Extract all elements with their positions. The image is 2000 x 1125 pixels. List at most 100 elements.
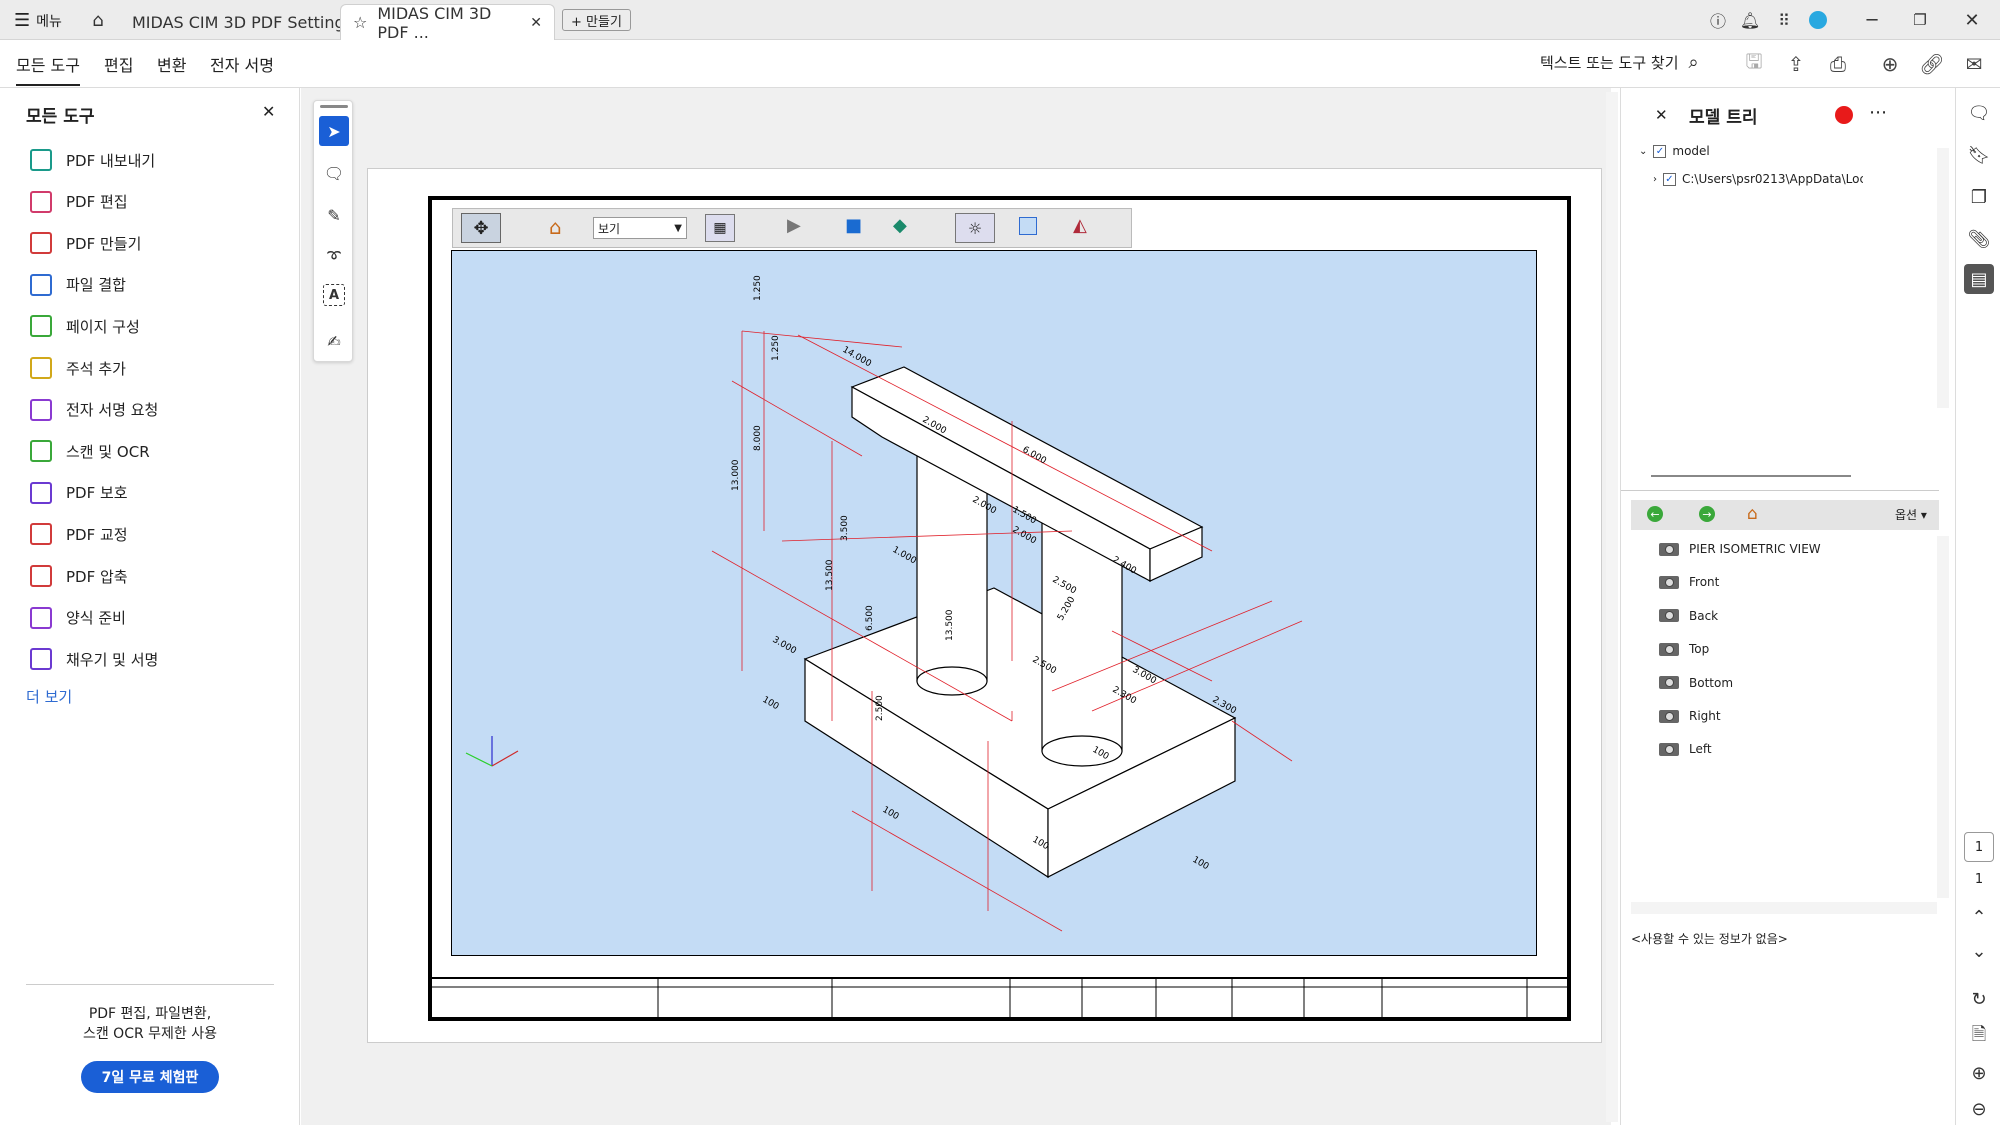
- tree-item-file[interactable]: › ✓ C:\Users\psr0213\AppData\Local\Temp\…: [1653, 172, 1863, 186]
- tool-item[interactable]: 주석 추가: [30, 352, 126, 384]
- views-scrollbar[interactable]: [1937, 536, 1949, 898]
- background-color-icon[interactable]: [1019, 217, 1037, 235]
- view-item[interactable]: Bottom: [1659, 670, 1733, 696]
- maximize-icon[interactable]: ❐: [1908, 8, 1932, 32]
- select-pointer-icon[interactable]: ➤: [319, 116, 349, 146]
- options-dropdown[interactable]: 옵션 ▾: [1895, 506, 1927, 523]
- tool-item[interactable]: PDF 교정: [30, 518, 128, 550]
- view-item[interactable]: PIER ISOMETRIC VIEW: [1659, 536, 1821, 562]
- tool-item[interactable]: PDF 보호: [30, 477, 128, 509]
- checkbox-icon[interactable]: ✓: [1663, 172, 1676, 186]
- home-icon[interactable]: ⌂: [86, 8, 110, 32]
- 3d-viewport[interactable]: 13.000 8.000 1.250 1.250 14.000 6.000 2.000 2.5…: [451, 250, 1537, 956]
- minimize-icon[interactable]: ─: [1860, 8, 1884, 32]
- close-panel-icon[interactable]: ✕: [262, 102, 275, 121]
- views-h-scrollbar[interactable]: [1631, 902, 1937, 914]
- tool-item[interactable]: 채우기 및 서명: [30, 643, 158, 675]
- checkbox-icon[interactable]: ✓: [1653, 144, 1667, 158]
- tool-item[interactable]: 페이지 구성: [30, 310, 140, 342]
- more-tools-link[interactable]: 더 보기: [26, 686, 72, 707]
- star-icon[interactable]: ☆: [353, 13, 367, 32]
- view-item[interactable]: Right: [1659, 703, 1721, 729]
- light-select-icon[interactable]: ☼: [955, 213, 995, 243]
- zoom-in-icon[interactable]: ⊕: [1964, 1058, 1994, 1088]
- text-select-icon[interactable]: A: [323, 284, 345, 306]
- model-tree-toggle-icon[interactable]: ▦: [705, 214, 735, 242]
- forward-arrow-icon[interactable]: →: [1699, 506, 1715, 522]
- share-user-icon[interactable]: ⊕: [1876, 50, 1904, 78]
- tool-icon: [30, 357, 52, 379]
- cross-section-icon[interactable]: ◭: [1073, 215, 1087, 236]
- new-tab-button[interactable]: + 만들기: [562, 9, 631, 31]
- view-select[interactable]: 보기 ▼: [593, 217, 687, 239]
- back-arrow-icon[interactable]: ←: [1647, 506, 1663, 522]
- tree-scrollbar[interactable]: [1937, 148, 1949, 408]
- lasso-icon[interactable]: ➰︎: [319, 242, 349, 272]
- menu-edit[interactable]: 편집: [104, 52, 133, 76]
- apps-grid-icon[interactable]: ⠿: [1772, 8, 1796, 32]
- tool-item[interactable]: PDF 내보내기: [30, 144, 155, 176]
- views-home-icon[interactable]: ⌂: [1747, 504, 1758, 524]
- close-tab-icon[interactable]: ✕: [530, 15, 542, 31]
- tool-item[interactable]: 전자 서명 요청: [30, 394, 158, 426]
- panel-splitter[interactable]: [1621, 490, 1939, 491]
- chevron-down-icon[interactable]: ⌄: [1964, 936, 1994, 966]
- page-number-input[interactable]: 1: [1964, 832, 1994, 862]
- record-indicator-icon[interactable]: [1835, 106, 1853, 124]
- tree-item-model[interactable]: ⌄ ✓ model: [1639, 144, 1710, 158]
- menu-all-tools[interactable]: 모든 도구: [16, 52, 80, 86]
- 3d-toolbar: ✥ ⌂ 보기 ▼ ▦ ▶ ■ ◆ ☼ ◭: [452, 208, 1132, 248]
- view-item[interactable]: Top: [1659, 636, 1709, 662]
- view-item[interactable]: Left: [1659, 736, 1712, 762]
- save-icon[interactable]: 🖫︎: [1740, 49, 1768, 78]
- play-animation-icon[interactable]: ▶: [787, 215, 801, 236]
- mail-icon[interactable]: ✉: [1960, 50, 1988, 78]
- document-scrollbar[interactable]: [1606, 92, 1618, 1122]
- menu-button[interactable]: ☰ 메뉴: [14, 10, 62, 31]
- tool-item[interactable]: PDF 만들기: [30, 227, 141, 259]
- more-options-icon[interactable]: ⋯: [1869, 102, 1887, 123]
- rotate-tool-icon[interactable]: ✥: [461, 213, 501, 243]
- view-item[interactable]: Back: [1659, 603, 1718, 629]
- profile-avatar-icon[interactable]: [1806, 8, 1830, 32]
- link-icon[interactable]: 🔗︎: [1918, 50, 1946, 78]
- expand-icon[interactable]: ⌄: [1639, 146, 1647, 157]
- tool-item[interactable]: 파일 결합: [30, 269, 126, 301]
- pen-icon[interactable]: ✎: [319, 200, 349, 230]
- print-icon[interactable]: ⎙: [1824, 50, 1852, 78]
- comments-icon[interactable]: 🗨︎: [1964, 98, 1994, 128]
- view-label: Right: [1689, 709, 1721, 723]
- model-tree-icon[interactable]: ▤: [1964, 264, 1994, 294]
- sign-icon[interactable]: ✍︎: [319, 326, 349, 356]
- bell-icon[interactable]: 🔔︎: [1738, 8, 1762, 32]
- menu-convert[interactable]: 변환: [157, 52, 186, 76]
- page-fit-icon[interactable]: 🗎︎: [1964, 1022, 1994, 1052]
- camera-icon: [1659, 575, 1679, 589]
- add-comment-icon[interactable]: 🗨︎: [319, 158, 349, 188]
- zoom-out-icon[interactable]: ⊖: [1964, 1094, 1994, 1124]
- render-mode-icon[interactable]: ■: [845, 215, 862, 236]
- help-icon[interactable]: ⓘ: [1706, 8, 1730, 32]
- panel-title: 모든 도구: [26, 107, 95, 127]
- rotate-icon[interactable]: ↻: [1964, 984, 1994, 1014]
- tool-search[interactable]: 텍스트 또는 도구 찾기 ⌕: [1540, 52, 1699, 73]
- view-item[interactable]: Front: [1659, 569, 1719, 595]
- attachment-icon[interactable]: 📎︎: [1964, 224, 1994, 254]
- bookmark-icon[interactable]: 🔖︎: [1964, 140, 1994, 170]
- tool-item[interactable]: PDF 압축: [30, 560, 128, 592]
- expand-icon[interactable]: ›: [1653, 174, 1657, 185]
- dimension-label: 100: [761, 695, 781, 712]
- chevron-up-icon[interactable]: ⌃: [1964, 902, 1994, 932]
- cloud-upload-icon[interactable]: ⇪: [1782, 50, 1810, 78]
- tool-item[interactable]: PDF 편집: [30, 186, 128, 218]
- 3d-home-icon[interactable]: ⌂: [549, 215, 562, 239]
- close-window-icon[interactable]: ✕: [1960, 8, 1984, 32]
- tool-item[interactable]: 양식 준비: [30, 602, 126, 634]
- tool-item[interactable]: 스캔 및 OCR: [30, 435, 150, 467]
- tab-active-document[interactable]: ☆ MIDAS CIM 3D PDF ... ✕: [340, 4, 555, 42]
- close-model-tree-icon[interactable]: ✕: [1655, 106, 1668, 124]
- pages-icon[interactable]: ❐: [1964, 182, 1994, 212]
- menu-esign[interactable]: 전자 서명: [210, 52, 274, 76]
- lighting-icon[interactable]: ◆: [893, 215, 907, 236]
- free-trial-button[interactable]: 7일 무료 체험판: [81, 1061, 219, 1093]
